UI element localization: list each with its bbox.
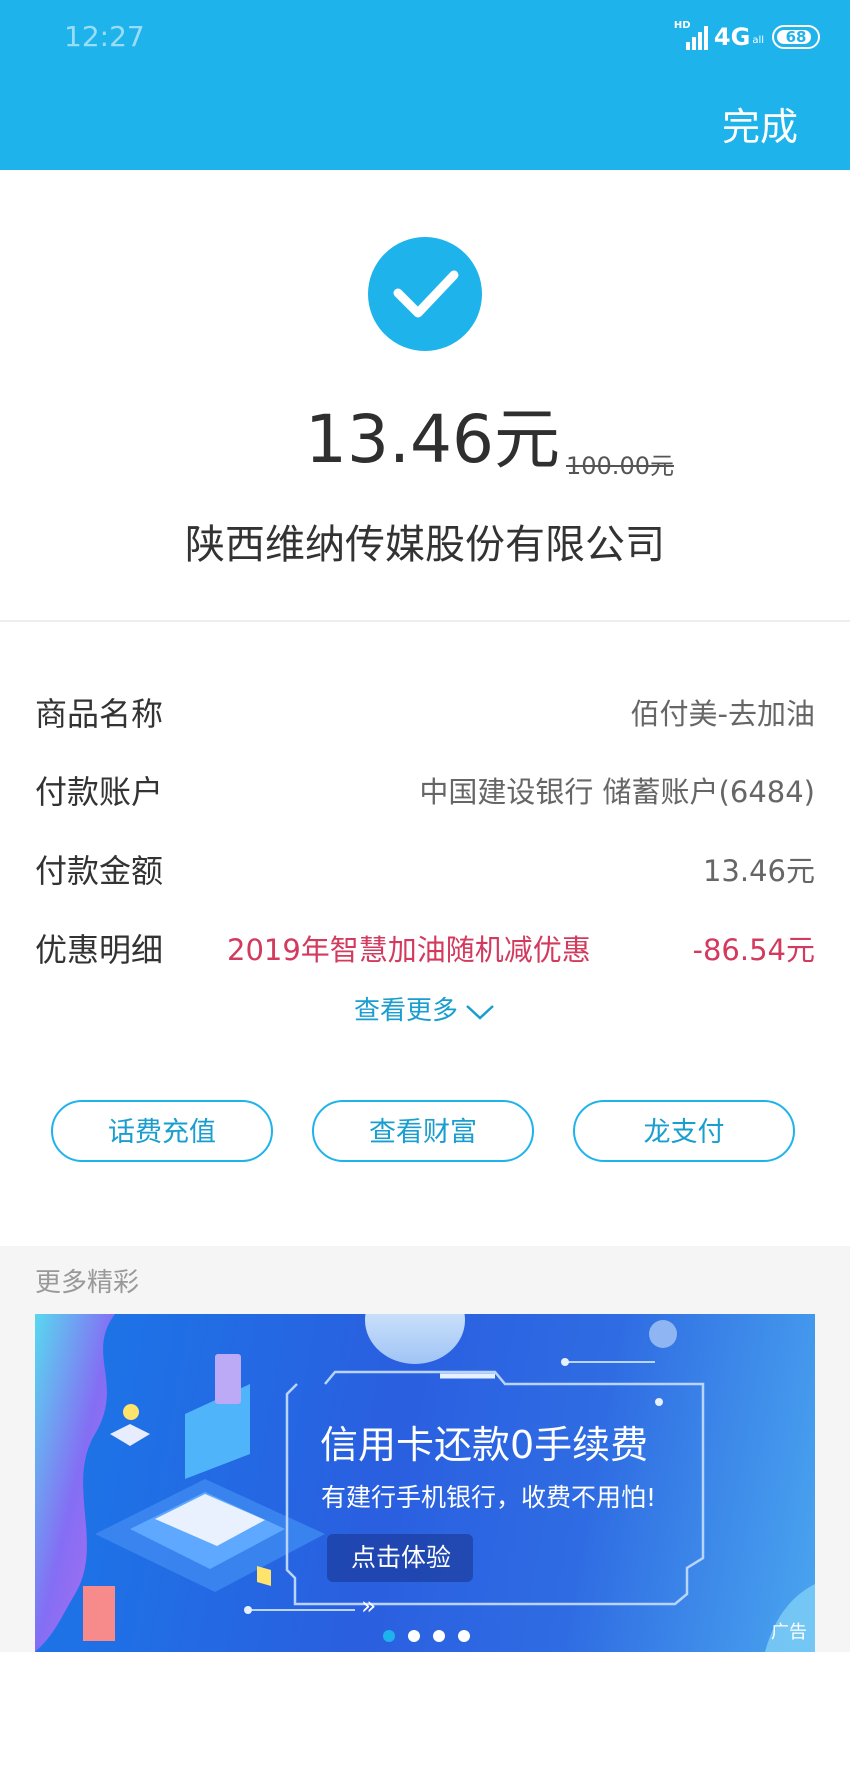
ad-tag: 广告 — [771, 1622, 807, 1643]
detail-value: 佰付美-去加油 — [630, 697, 815, 731]
paid-amount: 13.46元 — [305, 401, 560, 478]
merchant-name: 陕西维纳传媒股份有限公司 — [185, 522, 665, 568]
detail-row-product: 商品名称 佰付美-去加油 — [35, 689, 815, 739]
section-title: 更多精彩 — [35, 1268, 140, 1298]
recharge-button[interactable]: 话费充值 — [51, 1100, 273, 1162]
success-check-icon — [368, 237, 482, 351]
promo-label: 优惠明细 — [35, 931, 164, 969]
banner-subtitle: 有建行手机银行，收费不用怕! — [321, 1483, 657, 1512]
chevron-down-icon — [466, 1004, 494, 1020]
carousel-dot[interactable] — [458, 1630, 470, 1642]
divider — [0, 620, 850, 622]
network-type: 4G — [713, 23, 751, 51]
detail-row-promo: 优惠明细 2019年智慧加油随机减优惠 -86.54元 — [35, 925, 815, 975]
carousel-dot[interactable] — [408, 1630, 420, 1642]
detail-label: 商品名称 — [35, 695, 164, 733]
detail-row-amount: 付款金额 13.46元 — [35, 846, 815, 896]
carousel-dot-active[interactable] — [383, 1630, 395, 1642]
done-button[interactable]: 完成 — [722, 96, 798, 151]
signal-icon: HD — [674, 20, 708, 50]
detail-row-account: 付款账户 中国建设银行 储蓄账户(6484) — [35, 767, 815, 817]
status-icons: HD 4G all 68 — [674, 20, 820, 52]
header-bar: 12:27 HD 4G all 68 完成 — [0, 0, 850, 170]
amount-row: 13.46元 100.00元 — [0, 400, 850, 480]
promo-description: 2019年智慧加油随机减优惠 — [227, 933, 591, 967]
battery-level: 68 — [785, 28, 807, 46]
banner-title: 信用卡还款0手续费 — [320, 1423, 649, 1467]
promo-value: -86.54元 — [692, 933, 816, 967]
battery-icon: 68 — [772, 25, 820, 49]
view-more-link[interactable]: 查看更多 — [0, 990, 850, 1027]
status-time: 12:27 — [64, 20, 145, 53]
detail-label: 付款金额 — [35, 852, 164, 890]
view-wealth-button[interactable]: 查看财富 — [312, 1100, 534, 1162]
view-more-label: 查看更多 — [353, 996, 458, 1026]
dragon-pay-button[interactable]: 龙支付 — [573, 1100, 795, 1162]
detail-value: 13.46元 — [702, 854, 815, 888]
banner-cta-label: 点击体验 — [351, 1543, 452, 1572]
double-chevron-right-icon: » — [361, 1591, 377, 1620]
network-sub: all — [752, 34, 764, 46]
original-amount: 100.00元 — [566, 452, 674, 480]
detail-label: 付款账户 — [35, 773, 164, 811]
promo-banner[interactable]: 信用卡还款0手续费 有建行手机银行，收费不用怕! 点击体验 » 广告 — [35, 1314, 815, 1652]
detail-value: 中国建设银行 储蓄账户(6484) — [419, 775, 815, 809]
banner-cta-button[interactable]: 点击体验 » — [327, 1534, 473, 1620]
carousel-dot[interactable] — [433, 1630, 445, 1642]
